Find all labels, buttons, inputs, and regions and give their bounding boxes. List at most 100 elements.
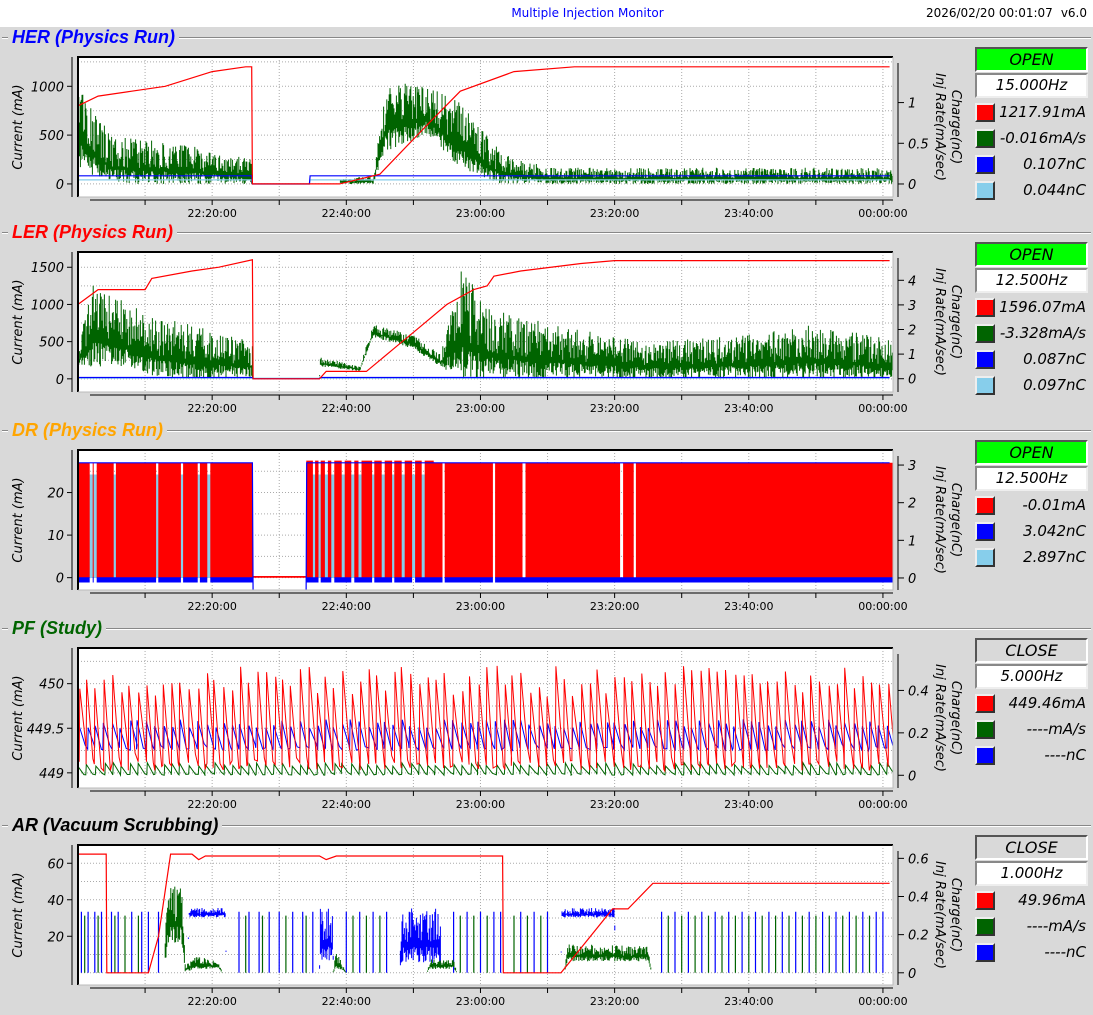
y-tick-label: 449 [39, 767, 64, 782]
y2-tick-label: 0.5 [908, 137, 929, 152]
legend-item: -0.016mA/s [975, 126, 1088, 150]
legend-item: -0.01mA [975, 493, 1088, 517]
legend-swatch [975, 128, 995, 148]
time-tick-label: 22:40:00 [322, 402, 371, 415]
y2-tick-label: 2 [908, 324, 916, 339]
legend-pf: CLOSE 5.000Hz 449.46mA ----mA/s ----nC [975, 638, 1088, 767]
time-tick-label: 23:40:00 [724, 995, 773, 1008]
y2-tick-label: 0.2 [908, 929, 929, 944]
legend-value: 0.107nC [1023, 155, 1086, 173]
time-tick-label: 23:00:00 [456, 995, 505, 1008]
y2-tick-label: 1 [908, 534, 916, 549]
datetime: 2026/02/20 00:01:07 [925, 6, 1053, 20]
y2-axis-label-rate: Inj Rate(mA/sec) [932, 664, 947, 772]
legend-item: 0.087nC [975, 347, 1088, 371]
series-group [78, 460, 893, 590]
y-tick-label: 449.5 [27, 722, 64, 737]
time-tick-label: 22:20:00 [187, 995, 236, 1008]
y2-tick-label: 0 [908, 769, 916, 784]
y-axis-label: Current (mA) [11, 675, 26, 760]
legend-swatch [975, 693, 995, 713]
chart-ar: 20 40 60 Current (mA) 0 0.2 0.4 0.6 Charge(nC)In… [11, 844, 963, 1008]
chart-ler: 0 500 1000 1500 Current (mA) 0 1 2 3 4 Charge(nC)I… [11, 251, 963, 415]
time-tick-label: 23:20:00 [590, 600, 639, 613]
y-tick-label: 500 [39, 129, 64, 144]
injection-rate-hz: 5.000Hz [975, 664, 1088, 689]
legend-item: ----mA/s [975, 914, 1088, 938]
legend-value: ----nC [1044, 943, 1086, 961]
injection-status-button[interactable]: OPEN [975, 242, 1088, 267]
y2-tick-label: 0 [908, 178, 916, 193]
time-tick-label: 00:00:00 [858, 207, 907, 220]
legend-swatch [975, 180, 995, 200]
series-current [78, 460, 893, 578]
injection-status-button[interactable]: CLOSE [975, 638, 1088, 663]
legend-value: ----nC [1044, 746, 1086, 764]
legend-value: 1596.07mA [999, 298, 1086, 316]
legend-swatch [975, 323, 995, 343]
legend-item: 49.96mA [975, 888, 1088, 912]
legend-swatch [975, 745, 995, 765]
y-axis-label: Current (mA) [11, 84, 26, 169]
time-tick-label: 23:40:00 [724, 207, 773, 220]
y2-tick-label: 4 [908, 274, 916, 289]
y-tick-label: 0 [56, 572, 64, 587]
panel-ar: AR (Vacuum Scrubbing) 20 40 60 Current (mA) 0… [0, 815, 1093, 1012]
panel-her: HER (Physics Run) 0 500 1000 Current (mA) 0 0.… [0, 27, 1093, 224]
y2-axis-label-charge: Charge(nC) [948, 90, 963, 164]
legend-swatch [975, 349, 995, 369]
y2-tick-label: 0.6 [908, 852, 929, 867]
injection-status-button[interactable]: CLOSE [975, 835, 1088, 860]
legend-value: 3.042nC [1023, 522, 1086, 540]
injection-rate-hz: 15.000Hz [975, 73, 1088, 98]
time-tick-label: 22:20:00 [187, 798, 236, 811]
time-tick-label: 23:40:00 [724, 798, 773, 811]
time-tick-label: 00:00:00 [858, 600, 907, 613]
legend-value: ----mA/s [1026, 720, 1086, 738]
legend-swatch [975, 297, 995, 317]
y-tick-label: 20 [47, 930, 64, 945]
time-tick-label: 22:40:00 [322, 207, 371, 220]
y-tick-label: 20 [47, 487, 64, 502]
injection-status-button[interactable]: OPEN [975, 47, 1088, 72]
time-tick-label: 00:00:00 [858, 402, 907, 415]
y2-tick-label: 0.2 [908, 727, 929, 742]
legend-item: 1596.07mA [975, 295, 1088, 319]
y2-tick-label: 0 [908, 572, 916, 587]
chart-pf: 449 449.5 450 Current (mA) 0 0.2 0.4 Charge(nC)… [11, 647, 963, 811]
y-tick-label: 0 [56, 178, 64, 193]
panel-dr: DR (Physics Run) 0 10 20 Current (mA) 0 1 2 3 Cha… [0, 420, 1093, 617]
panel-ler: LER (Physics Run) 0 500 1000 1500 Current (mA… [0, 222, 1093, 419]
y-tick-label: 500 [39, 336, 64, 351]
title-bar: Multiple Injection Monitor 2026/02/20 00… [0, 0, 1093, 27]
legend-value: 449.46mA [1008, 694, 1086, 712]
legend-her: OPEN 15.000Hz 1217.91mA -0.016mA/s 0.107nC 0.… [975, 47, 1088, 202]
time-tick-label: 22:40:00 [322, 995, 371, 1008]
y2-axis-label-charge: Charge(nC) [948, 878, 963, 952]
y-axis-label: Current (mA) [11, 279, 26, 364]
time-tick-label: 23:00:00 [456, 402, 505, 415]
legend-value: 1217.91mA [999, 103, 1086, 121]
y-tick-label: 1000 [31, 298, 64, 313]
legend-item: 1217.91mA [975, 100, 1088, 124]
legend-dr: OPEN 12.500Hz -0.01mA 3.042nC 2.897nC [975, 440, 1088, 569]
legend-item: 0.107nC [975, 152, 1088, 176]
y2-axis-label-charge: Charge(nC) [948, 681, 963, 755]
y2-tick-label: 0 [908, 373, 916, 388]
timestamp-version: 2026/02/20 00:01:07 v6.0 [918, 6, 1087, 20]
chart-dr: 0 10 20 Current (mA) 0 1 2 3 Charge(nC)Inj Rate(… [11, 449, 963, 613]
y2-axis-label-charge: Charge(nC) [948, 483, 963, 557]
panel-pf: PF (Study) 449 449.5 450 Current (mA) 0 0.2 0.4… [0, 618, 1093, 815]
time-tick-label: 23:40:00 [724, 402, 773, 415]
time-tick-label: 23:20:00 [590, 995, 639, 1008]
y2-tick-label: 0 [908, 967, 916, 982]
legend-swatch [975, 942, 995, 962]
legend-ler: OPEN 12.500Hz 1596.07mA -3.328mA/s 0.087nC 0.… [975, 242, 1088, 397]
y-tick-label: 10 [47, 529, 64, 544]
time-tick-label: 23:00:00 [456, 600, 505, 613]
injection-status-button[interactable]: OPEN [975, 440, 1088, 465]
time-tick-label: 22:20:00 [187, 402, 236, 415]
legend-swatch [975, 890, 995, 910]
y-axis-label: Current (mA) [11, 477, 26, 562]
legend-value: 0.044nC [1023, 181, 1086, 199]
